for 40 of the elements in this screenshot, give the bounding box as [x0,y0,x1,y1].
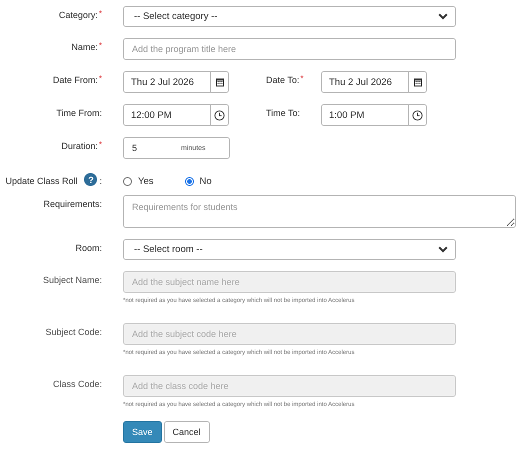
field-label: Duration: [61,141,98,151]
calendar-icon [412,77,422,87]
date-time-field[interactable]: 12:00 PM [123,104,229,126]
field-label: Subject Name: [42,275,102,285]
select-dropdown[interactable]: -- Select room -- [123,239,456,260]
field-label: Date From: [52,75,98,85]
field-label: Subject Code: [45,327,102,337]
field-label: Class Code: [52,379,102,389]
radio-button[interactable] [123,177,132,186]
required-mark: * [300,75,304,83]
field-label: Update Class Roll [5,176,78,186]
text-input[interactable]: Add the program title here [123,38,456,60]
clock-icon [412,110,423,120]
required-mark: * [98,42,102,50]
calendar-icon [214,77,224,87]
requirements-textarea[interactable]: Requirements for students [123,195,516,228]
cancel-button[interactable]: Cancel [164,421,210,443]
radio-option[interactable]: Yes [123,176,154,187]
chevron-down-icon [438,13,448,20]
date-time-field[interactable]: 1:00 PM [321,104,427,126]
field-label: Time To: [266,108,300,118]
required-mark: * [98,141,102,149]
chevron-down-icon [438,246,448,253]
radio-button[interactable] [184,177,194,186]
save-button[interactable]: Save [123,421,162,443]
field-label: Name: [71,42,98,52]
field-label: Room: [75,243,102,253]
select-dropdown[interactable]: -- Select category -- [123,6,456,27]
date-time-field[interactable]: Thu 2 Jul 2026 [321,71,427,93]
field-label: Time From: [56,108,102,118]
help-icon[interactable]: ? [84,173,98,186]
radio-option[interactable]: No [184,176,212,187]
label-colon: : [99,176,102,186]
required-mark: * [98,75,102,83]
field-label: Date To: [266,75,300,85]
date-time-field[interactable]: Thu 2 Jul 2026 [123,71,229,93]
field-label: Requirements: [43,199,102,209]
required-mark: * [98,10,102,18]
clock-icon [214,110,225,120]
field-label: Category: [58,10,98,20]
